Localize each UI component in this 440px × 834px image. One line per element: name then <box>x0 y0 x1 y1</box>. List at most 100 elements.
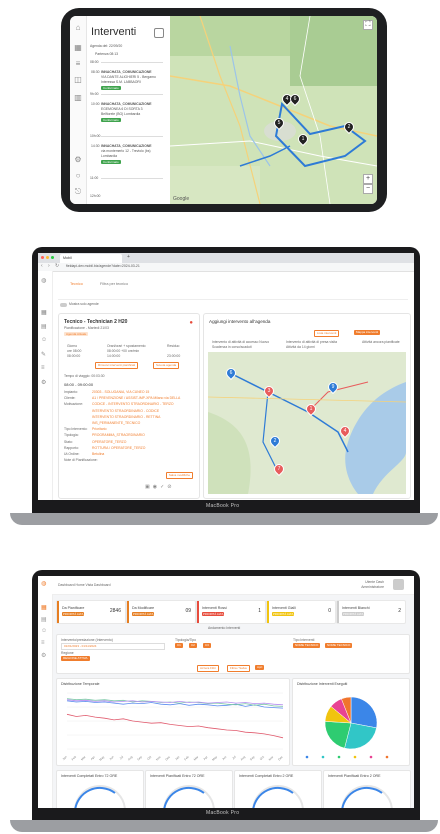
avatar[interactable] <box>393 579 404 590</box>
date-range-input[interactable]: 01/01/2023 - 01/11/2024 <box>61 643 165 650</box>
filter-chip[interactable]: C1 <box>175 643 183 648</box>
legend-item: Attività ancora pianificate <box>362 340 400 344</box>
settings-icon[interactable]: ⚙ <box>41 652 46 659</box>
fullscreen-button[interactable]: ⛶ <box>363 20 373 30</box>
kpi-label: Interventi Rossi <box>202 606 227 610</box>
forward-icon[interactable]: › <box>48 263 50 269</box>
tools-icon[interactable]: ✎ <box>41 351 46 358</box>
col-label: Orari/orari + spostamento <box>107 344 146 348</box>
card-action-icons[interactable]: ▣◉✓⊘ <box>145 484 174 490</box>
clear-agenda-button[interactable]: Svuota agenda <box>153 362 180 369</box>
gauge <box>74 785 126 808</box>
home-icon[interactable]: ⌂ <box>73 24 83 32</box>
tablet-screen: ⌂ ▦ ≡ ◫ ▥ ⚙ ○ ⎋ Interventi Agenda del: 2… <box>70 16 377 204</box>
agenda-list: Agenda del: 22/09/20 Partenza 08:13 08:0… <box>87 42 170 204</box>
x-tick-label: Jun <box>108 755 114 761</box>
x-tick-label: Mar <box>193 755 199 761</box>
intervention-map[interactable]: 6 3 1 2 9 4 7 <box>208 352 406 494</box>
url-text[interactable]: fieldapi-dev.mobil.biz/agende?date=2024-… <box>66 264 140 268</box>
kpi-priority: PRIORITÀ ALTA <box>62 612 85 616</box>
technician-card: Tecnico - Technician 2 H20 Pianificazion… <box>58 313 200 499</box>
settings-icon[interactable]: ⚙ <box>73 156 83 164</box>
kpi-card[interactable]: Da Modificare PRIORITÀ ALTA 09 <box>126 600 196 624</box>
route-map[interactable]: ⛶ + − Google 46521 <box>170 16 377 204</box>
field-row: INTERVENTO STRAORDINARIO - CODICE <box>64 409 194 415</box>
gauge-panel: Interventi Completati Entro 2 ORE <box>234 770 322 808</box>
divider <box>58 299 408 300</box>
browser-tab[interactable]: Mobil <box>60 254 122 263</box>
zoom-in-button[interactable]: + <box>363 174 373 184</box>
map-interventions-button[interactable]: Mappa interventi <box>354 330 381 335</box>
page-title: Interventi <box>91 26 137 38</box>
open-button[interactable]: Apri <box>255 665 265 670</box>
reload-icon[interactable]: ↻ <box>55 263 59 269</box>
list-interventions-button[interactable]: Lista interventi <box>314 330 340 337</box>
entry-extra: Interessa S.M. LABBAORI <box>101 80 141 84</box>
list-icon[interactable]: ≡ <box>41 640 45 646</box>
x-tick-label: Feb <box>183 755 190 762</box>
field-row: INTERVENTO STRAORDINARIO - RETTINA <box>64 415 194 421</box>
pie-chart-panel: Distribuzione Interventi Eseguiti <box>292 678 410 766</box>
x-tick-label: Sep <box>136 755 143 762</box>
users-icon[interactable]: ☺ <box>41 337 47 343</box>
layers-icon[interactable]: ◫ <box>73 76 83 84</box>
tech-title: Tecnico - Technician 2 H20 <box>64 319 128 325</box>
gauge-panel: Interventi Completati Entro 72 ORE <box>56 770 144 808</box>
user-icon[interactable]: ○ <box>73 172 83 180</box>
field-value: PROGRAMMA_STRAORDINARIO <box>92 433 145 438</box>
series-line-0 <box>66 713 284 739</box>
calendar-toggle-button[interactable] <box>154 28 164 38</box>
gauge-panel: Interventi Pianificati Entro 2 ORE <box>323 770 411 808</box>
legend-swatch <box>369 755 373 759</box>
dashboard-icon[interactable]: ▦ <box>41 604 47 611</box>
tab-filtra[interactable]: Filtra per tecnico <box>100 282 128 286</box>
chart-icon[interactable]: ▥ <box>73 94 83 102</box>
calendar-icon[interactable]: ▦ <box>73 44 83 52</box>
tablet-side-rail: ⌂ ▦ ≡ ◫ ▥ ⚙ ○ ⎋ <box>70 16 87 204</box>
list-icon[interactable]: ≡ <box>41 365 45 371</box>
map-brand: Google <box>173 196 190 202</box>
filter-chip[interactable]: C3 <box>203 643 211 648</box>
settings-icon[interactable]: ⚙ <box>41 379 46 386</box>
toggle-switch[interactable] <box>60 303 67 307</box>
x-tick-label: Jul <box>119 755 125 761</box>
back-icon[interactable]: ‹ <box>41 263 43 269</box>
filter-chip[interactable]: NOME TECNICO <box>293 643 321 648</box>
section-title: Andamento Interventi <box>208 626 241 630</box>
new-tab-button[interactable]: + <box>127 254 130 260</box>
legend-swatch <box>321 755 325 759</box>
tech-subtitle: Pianificazione - Martedì 21/03 <box>64 326 109 330</box>
pin-label: 6 <box>229 370 233 376</box>
calendar-icon[interactable]: ▤ <box>41 323 47 330</box>
entry-detail: EGEMONEA 6 DI SORTA 3 <box>101 107 143 111</box>
apply-filters-button[interactable]: Filtra / Salva <box>227 665 250 672</box>
status-badge: Confermato <box>101 118 121 122</box>
dashboard-icon[interactable]: ▦ <box>41 309 47 316</box>
kpi-card[interactable]: Interventi Gialli PRIORITÀ ALTA 0 <box>266 600 336 624</box>
x-tick-label: Jan <box>61 755 67 761</box>
slot-label: 08:00 <box>90 60 99 64</box>
filter-chip[interactable]: NOME TECNICO <box>325 643 353 648</box>
address-bar[interactable]: ‹ › ↻ fieldapi-dev.mobil.biz/agende?date… <box>38 263 414 272</box>
field-row: Impianto: 20303 - SOLUGANIA, VIA CUNEO 15 <box>64 390 194 396</box>
list-icon[interactable]: ≡ <box>73 60 83 68</box>
map-graphic <box>208 352 406 494</box>
save-button[interactable]: Salva modifiche <box>165 472 193 479</box>
zoom-out-button[interactable]: − <box>363 184 373 194</box>
filter-chip[interactable]: C2 <box>189 643 197 648</box>
reset-filters-button[interactable]: Azzera Filtri <box>197 665 219 672</box>
kpi-card[interactable]: Interventi Rossi PRIORITÀ ALTA 1 <box>196 600 266 624</box>
tab-tecnico[interactable]: Tecnico <box>70 282 83 286</box>
kpi-card[interactable]: Da Pianificare PRIORITÀ ALTA 2846 <box>56 600 126 624</box>
map-card-title: Aggiungi intervento all'agenda <box>209 319 271 324</box>
legend-swatch <box>305 755 309 759</box>
kpi-card[interactable]: Interventi Bianchi PRIORITÀ ALTA 2 <box>336 600 406 624</box>
field-value: Prioritario <box>92 427 107 432</box>
x-tick-label: Oct <box>259 755 265 761</box>
legend-item: Intervento di attività di accesso Nuovo <box>212 340 270 344</box>
logout-icon[interactable]: ⎋ <box>73 188 83 196</box>
calendar-icon[interactable]: ▤ <box>41 616 47 623</box>
remove-planned-button[interactable]: Rimuovi interventi pianificati <box>95 362 139 369</box>
filter-chip[interactable]: REGIONE ATTIVA <box>61 656 90 661</box>
users-icon[interactable]: ☺ <box>41 628 47 634</box>
